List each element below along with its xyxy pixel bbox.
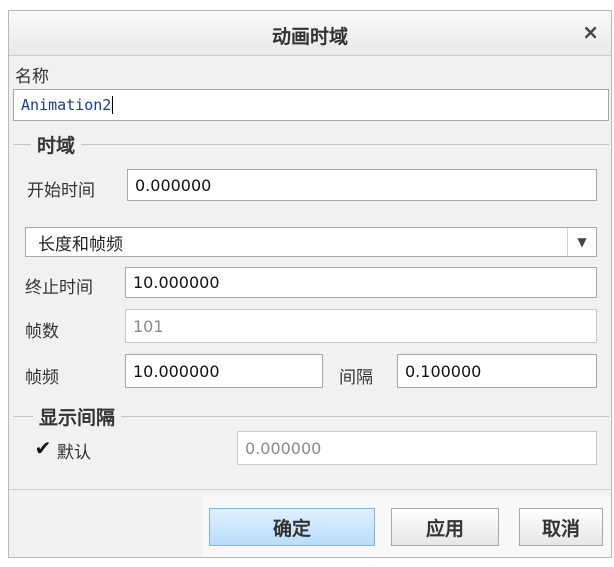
default-label[interactable]: 默认 <box>57 438 91 463</box>
time-mode-value: 长度和帧频 <box>38 234 123 255</box>
name-input[interactable]: Animation2 <box>13 89 609 121</box>
time-mode-select[interactable]: 长度和帧频 ▼ <box>25 227 597 257</box>
time-domain-group-title: 时域 <box>31 131 82 158</box>
start-time-input[interactable]: 0.000000 <box>127 169 597 201</box>
close-icon[interactable]: × <box>582 20 599 44</box>
chevron-down-icon[interactable]: ▼ <box>567 228 596 256</box>
ok-button[interactable]: 确定 <box>209 508 375 546</box>
name-label: 名称 <box>15 67 49 87</box>
display-interval-input: 0.000000 <box>237 431 597 465</box>
interval-input[interactable]: 0.100000 <box>397 354 597 388</box>
name-input-value: Animation2 <box>21 96 112 114</box>
end-time-input[interactable]: 10.000000 <box>125 267 597 298</box>
fps-label: 帧频 <box>25 368 59 388</box>
default-checkbox[interactable]: ✔ <box>33 436 53 460</box>
animation-time-domain-dialog: 动画时域 × 名称 Animation2 时域 开始时间 0.000000 长度… <box>8 10 612 558</box>
frames-label: 帧数 <box>25 322 59 342</box>
text-caret <box>112 96 114 114</box>
dialog-divider <box>9 489 611 490</box>
end-time-label: 终止时间 <box>25 278 93 298</box>
button-bar: 确定 应用 取消 <box>203 496 611 557</box>
dialog-titlebar[interactable]: 动画时域 × <box>9 11 611 56</box>
cancel-button[interactable]: 取消 <box>519 508 603 546</box>
fps-input[interactable]: 10.000000 <box>125 354 323 388</box>
time-domain-group-line <box>13 144 609 145</box>
start-time-label: 开始时间 <box>27 181 95 201</box>
interval-label: 间隔 <box>339 368 373 388</box>
apply-button[interactable]: 应用 <box>391 508 499 546</box>
dialog-title: 动画时域 <box>271 26 348 48</box>
display-interval-group-title: 显示间隔 <box>33 403 122 430</box>
frames-input: 101 <box>125 309 597 343</box>
